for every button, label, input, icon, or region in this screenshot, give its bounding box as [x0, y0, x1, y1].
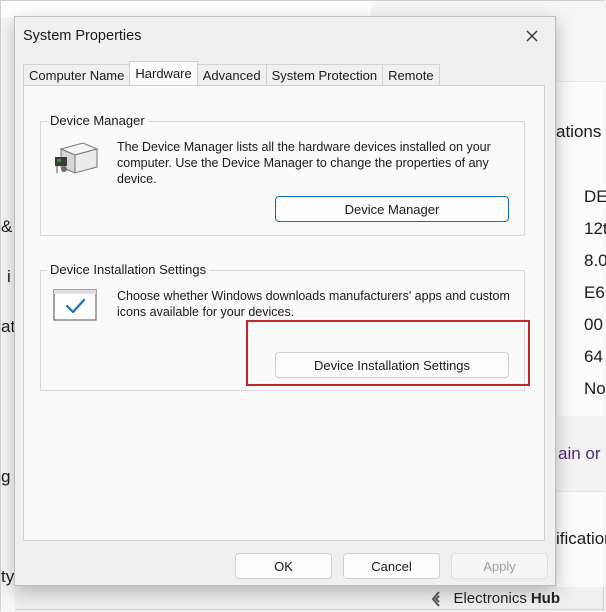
background-text: No: [584, 379, 606, 398]
device-installation-group-label: Device Installation Settings: [47, 262, 210, 277]
close-button[interactable]: [509, 17, 555, 55]
tab-advanced[interactable]: Advanced: [196, 64, 267, 85]
background-text: ations: [556, 122, 602, 141]
close-icon: [526, 30, 538, 42]
tab-computer-name[interactable]: Computer Name: [23, 64, 131, 85]
background-text: 00: [584, 315, 603, 334]
background-left-text: ty: [1, 567, 15, 586]
background-topbar-right: [371, 1, 605, 17]
ok-button[interactable]: OK: [235, 553, 332, 579]
tab-strip: Computer Name Hardware Advanced System P…: [23, 61, 440, 86]
device-manager-icon: [55, 142, 99, 174]
hardware-tab-panel: Device Manager The Device Manager lists …: [23, 85, 545, 541]
tab-hardware[interactable]: Hardware: [129, 61, 198, 85]
dialog-title: System Properties: [23, 28, 142, 44]
device-manager-group-label: Device Manager: [47, 113, 148, 128]
background-left-text: g: [1, 467, 11, 486]
device-installation-group: Device Installation Settings Choose whet…: [40, 262, 525, 391]
background-text: ification: [556, 529, 606, 548]
device-installation-settings-button[interactable]: Device Installation Settings: [275, 352, 509, 378]
background-left-text: i: [7, 267, 11, 286]
electronics-hub-logo-icon: [432, 590, 441, 607]
background-left-strip: [1, 17, 15, 611]
tab-remote[interactable]: Remote: [382, 64, 440, 85]
system-properties-dialog: System Properties Computer Name Hardware…: [14, 16, 556, 586]
background-left-text: &: [1, 217, 13, 236]
background-text: 8.0: [584, 251, 606, 270]
background-text: DE: [584, 187, 606, 206]
dialog-titlebar[interactable]: System Properties: [15, 17, 555, 55]
apply-button[interactable]: Apply: [451, 553, 548, 579]
watermark-brand-b: Hub: [530, 590, 560, 607]
device-manager-button[interactable]: Device Manager: [275, 196, 509, 222]
background-topbar: [1, 1, 371, 17]
cancel-button[interactable]: Cancel: [343, 553, 440, 579]
watermark-brand-a: Electronics: [453, 590, 527, 607]
background-link[interactable]: ain or: [558, 444, 601, 464]
device-manager-description: The Device Manager lists all the hardwar…: [117, 140, 491, 186]
background-text: E6: [584, 283, 605, 302]
watermark: Electronics Hub: [431, 590, 560, 607]
tab-system-protection[interactable]: System Protection: [265, 64, 384, 85]
background-right-edge: [557, 17, 605, 81]
background-text: 12t: [584, 219, 606, 238]
monitor-check-icon: [53, 289, 97, 321]
device-manager-group: Device Manager The Device Manager lists …: [40, 113, 525, 236]
background-text: 64: [584, 347, 603, 366]
device-installation-description: Choose whether Windows downloads manufac…: [117, 289, 510, 319]
